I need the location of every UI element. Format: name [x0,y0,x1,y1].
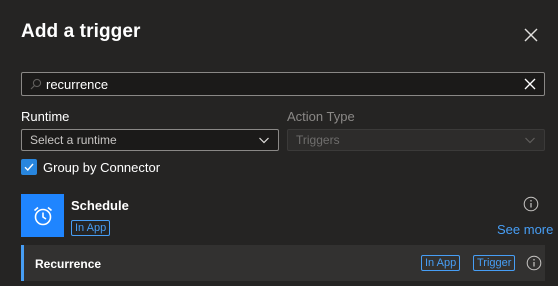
trigger-badge: Trigger [473,255,516,271]
info-icon[interactable] [523,196,539,212]
action-type-label: Action Type [287,109,355,124]
connector-name[interactable]: Schedule [71,198,129,213]
search-icon [30,77,44,91]
info-icon[interactable] [526,255,542,271]
group-by-connector-checkbox[interactable]: Group by Connector [21,157,160,177]
in-app-badge: In App [71,220,111,236]
close-button[interactable] [520,24,542,46]
search-box[interactable]: recurrence [21,72,545,96]
runtime-dropdown-value: Select a runtime [30,133,117,147]
search-input[interactable]: recurrence [46,77,520,92]
chevron-down-icon [524,133,538,147]
checkmark-icon [24,163,34,172]
close-icon[interactable] [520,24,542,46]
operation-name: Recurrence [35,257,102,271]
close-icon[interactable] [523,77,537,91]
add-trigger-panel: Add a trigger recurrence Runtime Action … [0,0,558,286]
operation-row-recurrence[interactable]: Recurrence In App Trigger [21,245,545,281]
panel-title: Add a trigger [21,21,141,42]
operation-info-button[interactable] [526,255,542,271]
clear-search-button[interactable] [520,74,540,94]
runtime-dropdown[interactable]: Select a runtime [21,129,279,151]
group-by-connector-label: Group by Connector [43,159,161,175]
connector-info-button[interactable] [523,196,539,212]
see-more-link[interactable]: See more [497,222,553,237]
runtime-label: Runtime [21,109,70,124]
alarm-clock-icon [33,206,52,225]
schedule-connector-icon[interactable] [21,194,64,237]
checkbox-checked[interactable] [21,159,37,175]
chevron-down-icon [258,133,272,147]
in-app-badge: In App [421,255,461,271]
action-type-dropdown-value: Triggers [296,133,340,147]
action-type-dropdown: Triggers [287,129,545,151]
